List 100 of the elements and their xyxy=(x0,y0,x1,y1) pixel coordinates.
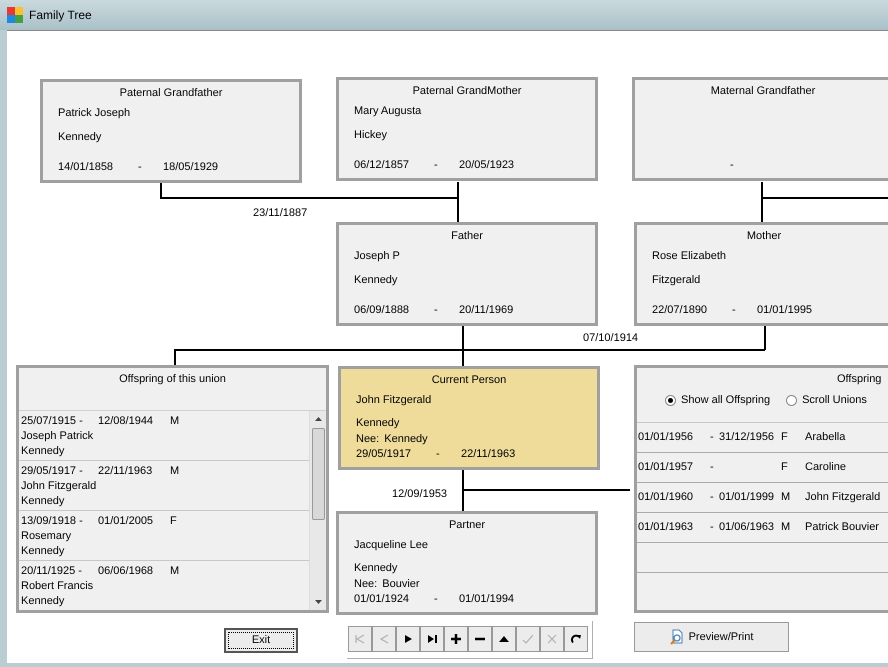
first-names: Rose Elizabeth xyxy=(652,249,726,263)
death-date: 01/01/1994 xyxy=(459,592,514,606)
card-heading: Paternal Grandfather xyxy=(120,86,222,100)
birth-date: 13/09/1918 - xyxy=(21,514,84,529)
toolbar-button[interactable] xyxy=(396,626,420,652)
surname: Kennedy xyxy=(21,544,64,559)
date-separator: - xyxy=(434,158,439,172)
app-icon xyxy=(7,7,23,23)
radio-button[interactable] xyxy=(665,394,676,406)
death-date: 20/05/1923 xyxy=(459,158,514,172)
death-date: 01/01/2005 xyxy=(98,514,154,529)
offspring-row[interactable]: 01/01/1957 - F Caroline xyxy=(637,453,888,483)
maiden-name: Bouvier xyxy=(382,577,420,591)
surname: Kennedy xyxy=(354,273,398,287)
card-heading: Father xyxy=(451,229,483,243)
death-date: 12/08/1944 xyxy=(98,414,154,429)
radio-option[interactable]: Show all Offspring xyxy=(665,392,770,408)
date-separator: - xyxy=(436,447,441,461)
birth-date: 29/05/1917 - xyxy=(21,464,84,479)
date-separator: - xyxy=(138,160,143,174)
surname: Kennedy xyxy=(21,494,64,509)
sex: M xyxy=(781,490,792,506)
child-name: John Fitzgerald xyxy=(805,490,880,506)
offspring-row[interactable]: 01/01/1960 - 01/01/1999 M John Fitzgerald xyxy=(637,483,888,513)
card-heading: Paternal GrandMother xyxy=(412,84,522,98)
first-names: Jacqueline Lee xyxy=(354,538,428,552)
sex: M xyxy=(170,564,180,579)
date-separator: - xyxy=(710,460,715,476)
radio-label: Show all Offspring xyxy=(681,393,770,408)
first-names: Mary Augusta xyxy=(354,104,422,118)
panel-heading: Offspring of this union xyxy=(119,372,226,386)
person-card[interactable]: Paternal GrandMother Mary Augusta Hickey 06/12/1857 - 20/05/1923 xyxy=(336,77,598,181)
first-names: Robert Francis xyxy=(21,579,94,594)
date-separator: - xyxy=(710,430,715,446)
date-separator: - xyxy=(732,303,737,317)
toolbar-button[interactable] xyxy=(492,626,516,652)
death-date: 06/06/1968 xyxy=(98,564,154,579)
first-names: Patrick Joseph xyxy=(58,106,130,120)
marriage-date: 12/09/1953 xyxy=(392,487,448,501)
birth-date: 06/12/1857 xyxy=(354,159,410,171)
marriage-date: 07/10/1914 xyxy=(583,331,638,345)
card-heading: Current Person xyxy=(432,373,506,387)
card-heading: Mother xyxy=(746,229,782,243)
surname: Kennedy xyxy=(354,561,398,575)
death-date: 22/11/1963 xyxy=(98,464,154,479)
previous-icon xyxy=(378,633,390,645)
birth-date: 14/01/1858 xyxy=(58,161,114,173)
surname: Kennedy xyxy=(21,594,64,609)
nee-label: Nee: xyxy=(354,577,378,591)
person-card[interactable]: Mother Rose Elizabeth Fitzgerald 22/07/1890 - 01/01/1995 xyxy=(634,222,888,326)
birth-date: 06/09/1888 xyxy=(354,304,410,316)
first-names: John Fitzgerald xyxy=(356,393,432,407)
radio-option[interactable]: Scroll Unions xyxy=(786,392,867,408)
check-icon xyxy=(522,633,534,645)
birth-date: 29/05/1917 xyxy=(356,448,412,460)
death-date: 18/05/1929 xyxy=(163,160,218,174)
date-separator: - xyxy=(434,303,439,317)
surname: Kennedy xyxy=(356,416,400,430)
person-card[interactable]: Father Joseph P Kennedy 06/09/1888 - 20/11/1969 xyxy=(336,222,598,326)
person-card[interactable]: Paternal Grandfather Patrick Joseph Kennedy 14/01/1858 - 18/05/1929 xyxy=(40,79,302,183)
toolbar-button[interactable] xyxy=(468,626,492,652)
date-separator: - xyxy=(434,592,439,606)
sex: M xyxy=(781,520,792,536)
card-heading: Partner xyxy=(448,518,486,532)
card-heading: Maternal Grandfather xyxy=(710,84,816,98)
toolbar-button[interactable] xyxy=(420,626,444,652)
sex: F xyxy=(170,514,177,529)
child-name: Patrick Bouvier xyxy=(805,520,879,536)
scroll-up-arrow-icon[interactable] xyxy=(314,417,322,421)
radio-button[interactable] xyxy=(786,394,798,406)
preview-print-button[interactable]: Preview/Print xyxy=(634,622,789,652)
child-name: Arabella xyxy=(805,430,846,446)
document-magnifier-icon xyxy=(670,629,684,645)
toolbar-button[interactable] xyxy=(564,626,588,652)
play-icon xyxy=(402,633,414,645)
person-card[interactable]: Current Person John Fitzgerald Kennedy Nee: Kennedy 29/05/1917 - 22/11/1963 xyxy=(338,366,600,470)
offspring-row[interactable]: 01/01/1956 - 31/12/1956 F Arabella xyxy=(637,423,888,453)
scroll-thumb[interactable] xyxy=(312,428,324,520)
toolbar-button[interactable] xyxy=(444,626,468,652)
scroll-down-arrow-icon[interactable] xyxy=(314,600,322,604)
surname: Fitzgerald xyxy=(652,273,700,287)
sex: F xyxy=(781,430,789,446)
sex: M xyxy=(170,464,180,479)
sex: M xyxy=(170,414,180,429)
birth-date: 01/01/1963 xyxy=(638,520,694,536)
death-date: 01/01/1999 xyxy=(719,491,774,504)
cross-icon xyxy=(546,633,558,645)
nee-label: Nee: xyxy=(356,432,380,446)
birth-date: 01/01/1957 xyxy=(638,460,694,476)
death-date: 01/06/1963 xyxy=(719,521,774,534)
birth-date: 22/07/1890 xyxy=(652,304,708,316)
exit-button[interactable]: Exit xyxy=(224,628,298,653)
person-card[interactable]: Partner Jacqueline Lee Kennedy Nee: Bouvier 01/01/1924 - 01/01/1994 xyxy=(336,511,598,615)
sex: F xyxy=(781,460,789,476)
scrollbar[interactable] xyxy=(309,411,326,610)
maiden-name: Kennedy xyxy=(384,432,428,446)
first-names: Joseph P xyxy=(354,249,400,263)
offspring-row[interactable]: 01/01/1963 - 01/06/1963 M Patrick Bouvier xyxy=(637,513,888,543)
person-card[interactable]: Maternal Grandfather - xyxy=(632,77,888,181)
date-separator: - xyxy=(710,520,715,536)
